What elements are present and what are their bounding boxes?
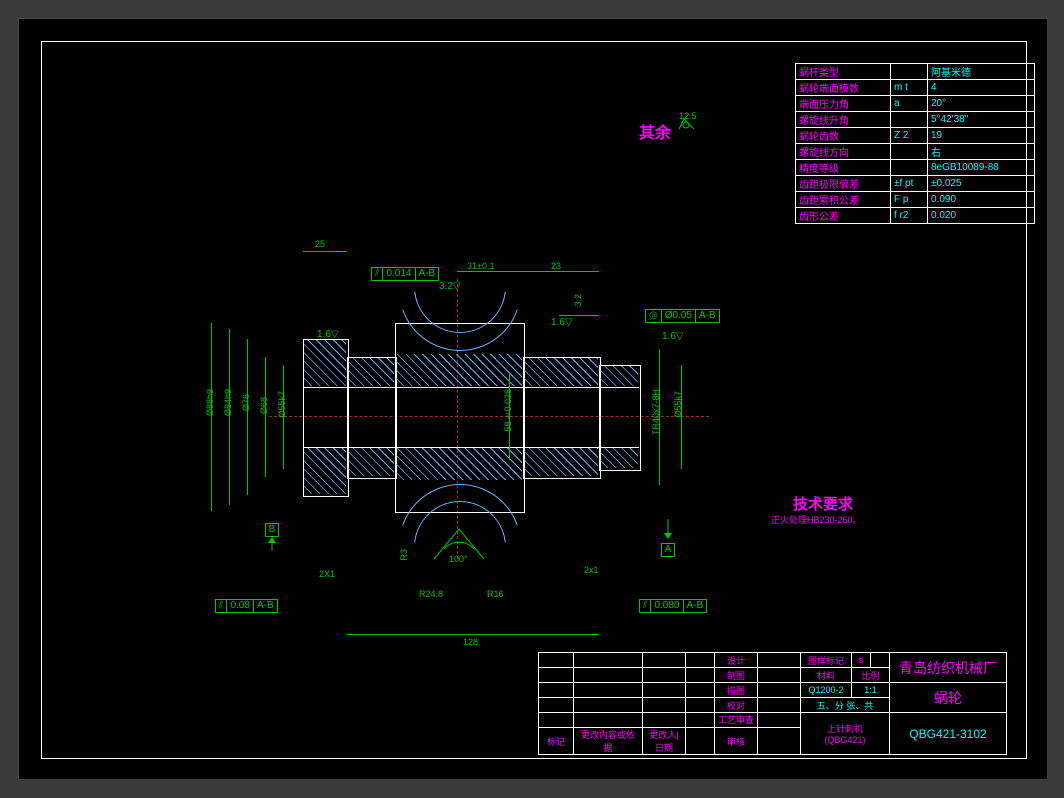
dim-line bbox=[523, 271, 599, 272]
hatch bbox=[348, 358, 394, 386]
param-row: 蜗轮齿数Z 219 bbox=[796, 128, 1035, 144]
dim-line bbox=[347, 634, 599, 635]
parameter-table: 蜗杆类型阿基米德蜗轮端面模数m t4端面压力角a20°螺旋线升角5°42'38"… bbox=[795, 63, 1035, 224]
dim-l128: 128 bbox=[463, 637, 478, 647]
hatch bbox=[600, 366, 638, 386]
gtol-conc-005: ◎Ø0.05A-B bbox=[645, 305, 720, 323]
param-row: 端面压力角a20° bbox=[796, 96, 1035, 112]
param-row: 精度等级8eGB10089-88 bbox=[796, 160, 1035, 176]
process-label: 工艺审查 bbox=[715, 713, 758, 728]
changer-col: 更改人|日期 bbox=[643, 728, 686, 755]
jobno: Q1200-2 bbox=[801, 683, 852, 698]
dim-d68: Ø68 bbox=[259, 397, 269, 414]
company-name: 青岛纺织机械厂 bbox=[890, 653, 1007, 683]
surf-16-2: 1.6▽ bbox=[551, 317, 573, 328]
surf-32: 3.2▽ bbox=[439, 281, 461, 292]
material-label: 材料 bbox=[801, 668, 852, 683]
draw-label: 制图 bbox=[715, 668, 758, 683]
param-row: 螺旋线升角5°42'38" bbox=[796, 112, 1035, 128]
surf-16-1: 1.6▽ bbox=[317, 329, 339, 340]
dim-l25: 25 bbox=[315, 239, 325, 249]
dim-line bbox=[303, 251, 347, 252]
dim-r248: R24.8 bbox=[419, 589, 443, 599]
scale-label: 比例 bbox=[852, 668, 890, 683]
assembly-name: 上针刺机 (QBG421) bbox=[801, 713, 890, 755]
design-label: 设计 bbox=[715, 653, 758, 668]
dim-d55k7-l: Ø55k7 bbox=[277, 391, 287, 418]
tech-req-title: 技术要求 bbox=[793, 493, 853, 514]
dim-l23: 23 bbox=[551, 261, 561, 271]
dim-line bbox=[247, 339, 248, 495]
hatch bbox=[524, 358, 598, 386]
dim-line bbox=[559, 315, 599, 316]
tech-req-1: 正火处理HB230-260。 bbox=[771, 513, 862, 526]
bore-top bbox=[303, 387, 639, 388]
param-row: 螺旋线方向右 bbox=[796, 144, 1035, 160]
param-row: 蜗杆类型阿基米德 bbox=[796, 64, 1035, 80]
stagemark-label: 图样标记 bbox=[801, 653, 852, 668]
title-block: 设计 图样标记s 青岛纺织机械厂 制图 材料比例 描图 Q1200-21:1 蜗… bbox=[538, 652, 1007, 755]
surface-symbol-icon bbox=[674, 114, 704, 134]
dim-line bbox=[229, 329, 230, 505]
dim-line bbox=[457, 271, 523, 272]
param-row: 蜗轮端面模数m t4 bbox=[796, 80, 1035, 96]
other-mark-text: 其余 bbox=[639, 119, 671, 143]
datum-b: B bbox=[265, 519, 279, 557]
param-row: 齿距极限偏差±f pt±0.025 bbox=[796, 176, 1035, 192]
gtol-runout-080: ⫽0.080A-B bbox=[639, 595, 707, 613]
dim-d76: Ø76 bbox=[241, 394, 251, 411]
hatch bbox=[304, 448, 346, 494]
approve-label: 审核 bbox=[715, 728, 758, 755]
dim-d58tol: 58±0.028 bbox=[503, 389, 513, 432]
hatch bbox=[304, 340, 346, 386]
param-row: 齿形公差f r20.020 bbox=[796, 208, 1035, 224]
dim-r16: R16 bbox=[487, 589, 504, 599]
datum-a: A bbox=[661, 519, 675, 557]
dim-d55k7-r: Ø55k7 bbox=[673, 391, 683, 418]
sheet-info: 五、分 张、共 bbox=[801, 698, 890, 713]
hatch bbox=[524, 448, 598, 476]
dim-l32: 3.2 bbox=[573, 294, 583, 307]
dim-line bbox=[211, 323, 212, 511]
trace-label: 描图 bbox=[715, 683, 758, 698]
dim-line bbox=[265, 357, 266, 477]
dim-ch2x1-r: 2x1 bbox=[584, 565, 599, 575]
angle-arc-icon bbox=[429, 524, 489, 564]
part-name: 蜗轮 bbox=[890, 683, 1007, 713]
dim-r3: R3 bbox=[399, 549, 409, 561]
hatch bbox=[600, 448, 638, 468]
hatch bbox=[348, 448, 394, 476]
scale-value: 1:1 bbox=[852, 683, 890, 698]
dim-tr40: TR40x7-8H bbox=[651, 389, 661, 435]
dim-d84h9: Ø84h9 bbox=[223, 389, 233, 416]
gtol-runout-08: ⫽0.08A-B bbox=[215, 595, 278, 613]
bore-bottom bbox=[303, 447, 639, 448]
mark-col: 标记 bbox=[539, 728, 574, 755]
hatch bbox=[396, 448, 522, 480]
dim-d88h9: Ø88h9 bbox=[205, 389, 215, 416]
canvas-background: 蜗杆类型阿基米德蜗轮端面模数m t4端面压力角a20°螺旋线升角5°42'38"… bbox=[18, 18, 1048, 780]
surf-16-3: 1.6▽ bbox=[662, 331, 684, 342]
gtol-runout-014: ⫽0.014A-B bbox=[371, 263, 439, 281]
param-row: 齿距累积公差F p0.090 bbox=[796, 192, 1035, 208]
hatch bbox=[396, 354, 522, 386]
check-label: 校对 bbox=[715, 698, 758, 713]
dim-line bbox=[509, 374, 510, 460]
dim-ch2x1-l: 2X1 bbox=[319, 569, 335, 579]
change-col: 更改内容或依据 bbox=[574, 728, 643, 755]
dim-l31: 31±0.1 bbox=[467, 261, 494, 271]
part-number: QBG421-3102 bbox=[890, 713, 1007, 755]
